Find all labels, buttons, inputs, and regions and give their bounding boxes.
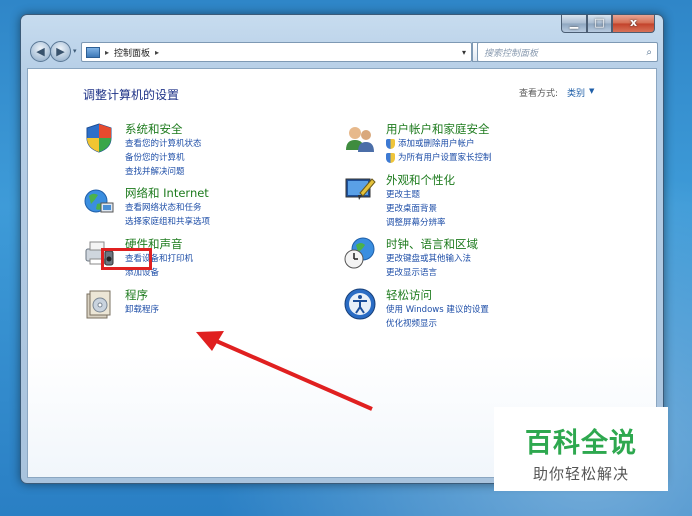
watermark: 百科全说 助你轻松解决 [494, 407, 668, 491]
watermark-title: 百科全说 [525, 428, 637, 459]
watermark-subtitle: 助你轻松解决 [532, 465, 629, 483]
annotation-arrow-shaft [213, 338, 373, 411]
